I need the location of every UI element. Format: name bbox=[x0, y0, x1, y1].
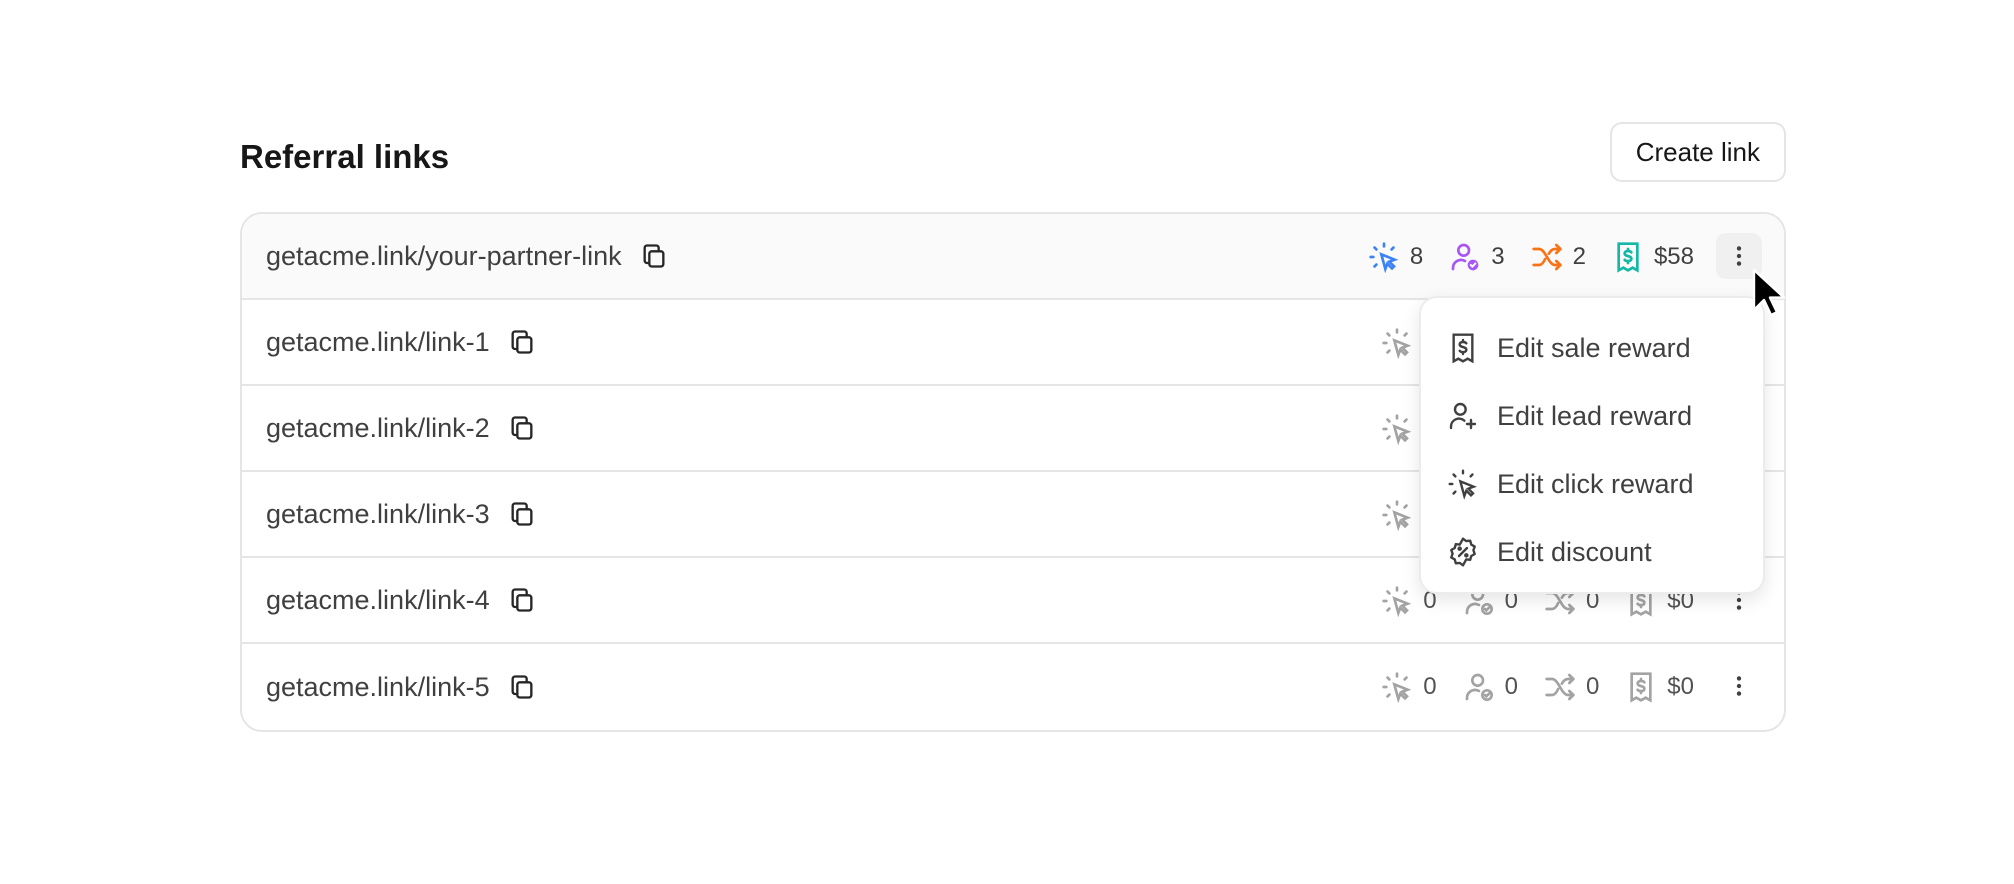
sales-stat: 2 bbox=[1531, 241, 1586, 273]
menu-item-edit-discount[interactable]: Edit discount bbox=[1421, 518, 1763, 586]
copy-icon[interactable] bbox=[508, 500, 536, 528]
link-url[interactable]: getacme.link/link-5 bbox=[266, 672, 490, 703]
receipt-dollar-icon bbox=[1625, 671, 1657, 703]
menu-item-edit-click-reward[interactable]: Edit click reward bbox=[1421, 450, 1763, 518]
link-row[interactable]: getacme.link/link-5 0 0 0 $0 bbox=[242, 644, 1784, 730]
link-url[interactable]: getacme.link/link-2 bbox=[266, 413, 490, 444]
leads-stat: 0 bbox=[1463, 671, 1518, 703]
link-url[interactable]: getacme.link/link-4 bbox=[266, 585, 490, 616]
leads-stat: 3 bbox=[1449, 241, 1505, 273]
link-options-menu: Edit sale reward Edit lead reward Edit c… bbox=[1419, 296, 1765, 594]
shuffle-icon bbox=[1544, 671, 1576, 703]
clicks-stat: 8 bbox=[1368, 241, 1423, 273]
more-vertical-icon bbox=[1736, 246, 1742, 266]
create-link-button[interactable]: Create link bbox=[1609, 122, 1786, 182]
earnings-stat: $58 bbox=[1612, 241, 1694, 273]
sales-count: 2 bbox=[1572, 243, 1586, 270]
copy-icon[interactable] bbox=[640, 242, 668, 270]
more-vertical-icon bbox=[1736, 676, 1742, 696]
more-options-button[interactable] bbox=[1716, 663, 1762, 709]
user-check-icon bbox=[1449, 241, 1481, 273]
user-check-icon bbox=[1463, 671, 1495, 703]
earnings-amount: $58 bbox=[1653, 243, 1694, 270]
menu-item-label: Edit lead reward bbox=[1497, 400, 1693, 431]
clicks-count: 0 bbox=[1423, 673, 1437, 700]
link-url[interactable]: getacme.link/link-3 bbox=[266, 499, 490, 530]
cursor-rays-icon bbox=[1381, 499, 1413, 531]
cursor-rays-icon bbox=[1381, 327, 1413, 359]
clicks-stat: 0 bbox=[1381, 671, 1437, 703]
link-row[interactable]: getacme.link/your-partner-link 8 3 2 $58 bbox=[242, 214, 1784, 300]
earnings-stat: $0 bbox=[1625, 671, 1694, 703]
menu-item-label: Edit click reward bbox=[1497, 468, 1694, 499]
cursor-rays-icon bbox=[1381, 413, 1413, 445]
earnings-amount: $0 bbox=[1667, 673, 1694, 700]
clicks-count: 8 bbox=[1409, 243, 1424, 270]
link-stats: 8 3 2 $58 bbox=[1342, 214, 1694, 300]
receipt-dollar-icon bbox=[1447, 332, 1479, 364]
menu-item-label: Edit sale reward bbox=[1497, 332, 1691, 363]
shuffle-icon bbox=[1531, 241, 1563, 273]
menu-item-edit-sale-reward[interactable]: Edit sale reward bbox=[1421, 314, 1763, 382]
cursor-rays-icon bbox=[1381, 671, 1413, 703]
sales-count: 0 bbox=[1585, 673, 1600, 700]
section-header: Referral links Create link bbox=[240, 122, 1786, 212]
mouse-cursor-icon bbox=[1752, 268, 1786, 317]
copy-icon[interactable] bbox=[508, 328, 536, 356]
copy-icon[interactable] bbox=[508, 586, 536, 614]
leads-count: 3 bbox=[1491, 243, 1505, 270]
discount-badge-icon bbox=[1447, 536, 1479, 568]
copy-icon[interactable] bbox=[508, 673, 536, 701]
sales-stat: 0 bbox=[1544, 671, 1599, 703]
page-title: Referral links bbox=[240, 138, 450, 175]
receipt-dollar-icon bbox=[1612, 241, 1644, 273]
cursor-rays-icon bbox=[1447, 468, 1479, 500]
link-url[interactable]: getacme.link/your-partner-link bbox=[266, 241, 622, 272]
menu-item-label: Edit discount bbox=[1497, 536, 1652, 567]
referral-links-section: Referral links Create link getacme.link/… bbox=[240, 122, 1786, 732]
link-url[interactable]: getacme.link/link-1 bbox=[266, 327, 490, 358]
menu-item-edit-lead-reward[interactable]: Edit lead reward bbox=[1421, 382, 1763, 450]
user-plus-icon bbox=[1447, 400, 1479, 432]
leads-count: 0 bbox=[1504, 673, 1518, 700]
cursor-rays-icon bbox=[1368, 241, 1400, 273]
copy-icon[interactable] bbox=[508, 414, 536, 442]
link-stats: 0 0 0 $0 bbox=[1355, 644, 1694, 730]
cursor-rays-icon bbox=[1381, 585, 1413, 617]
